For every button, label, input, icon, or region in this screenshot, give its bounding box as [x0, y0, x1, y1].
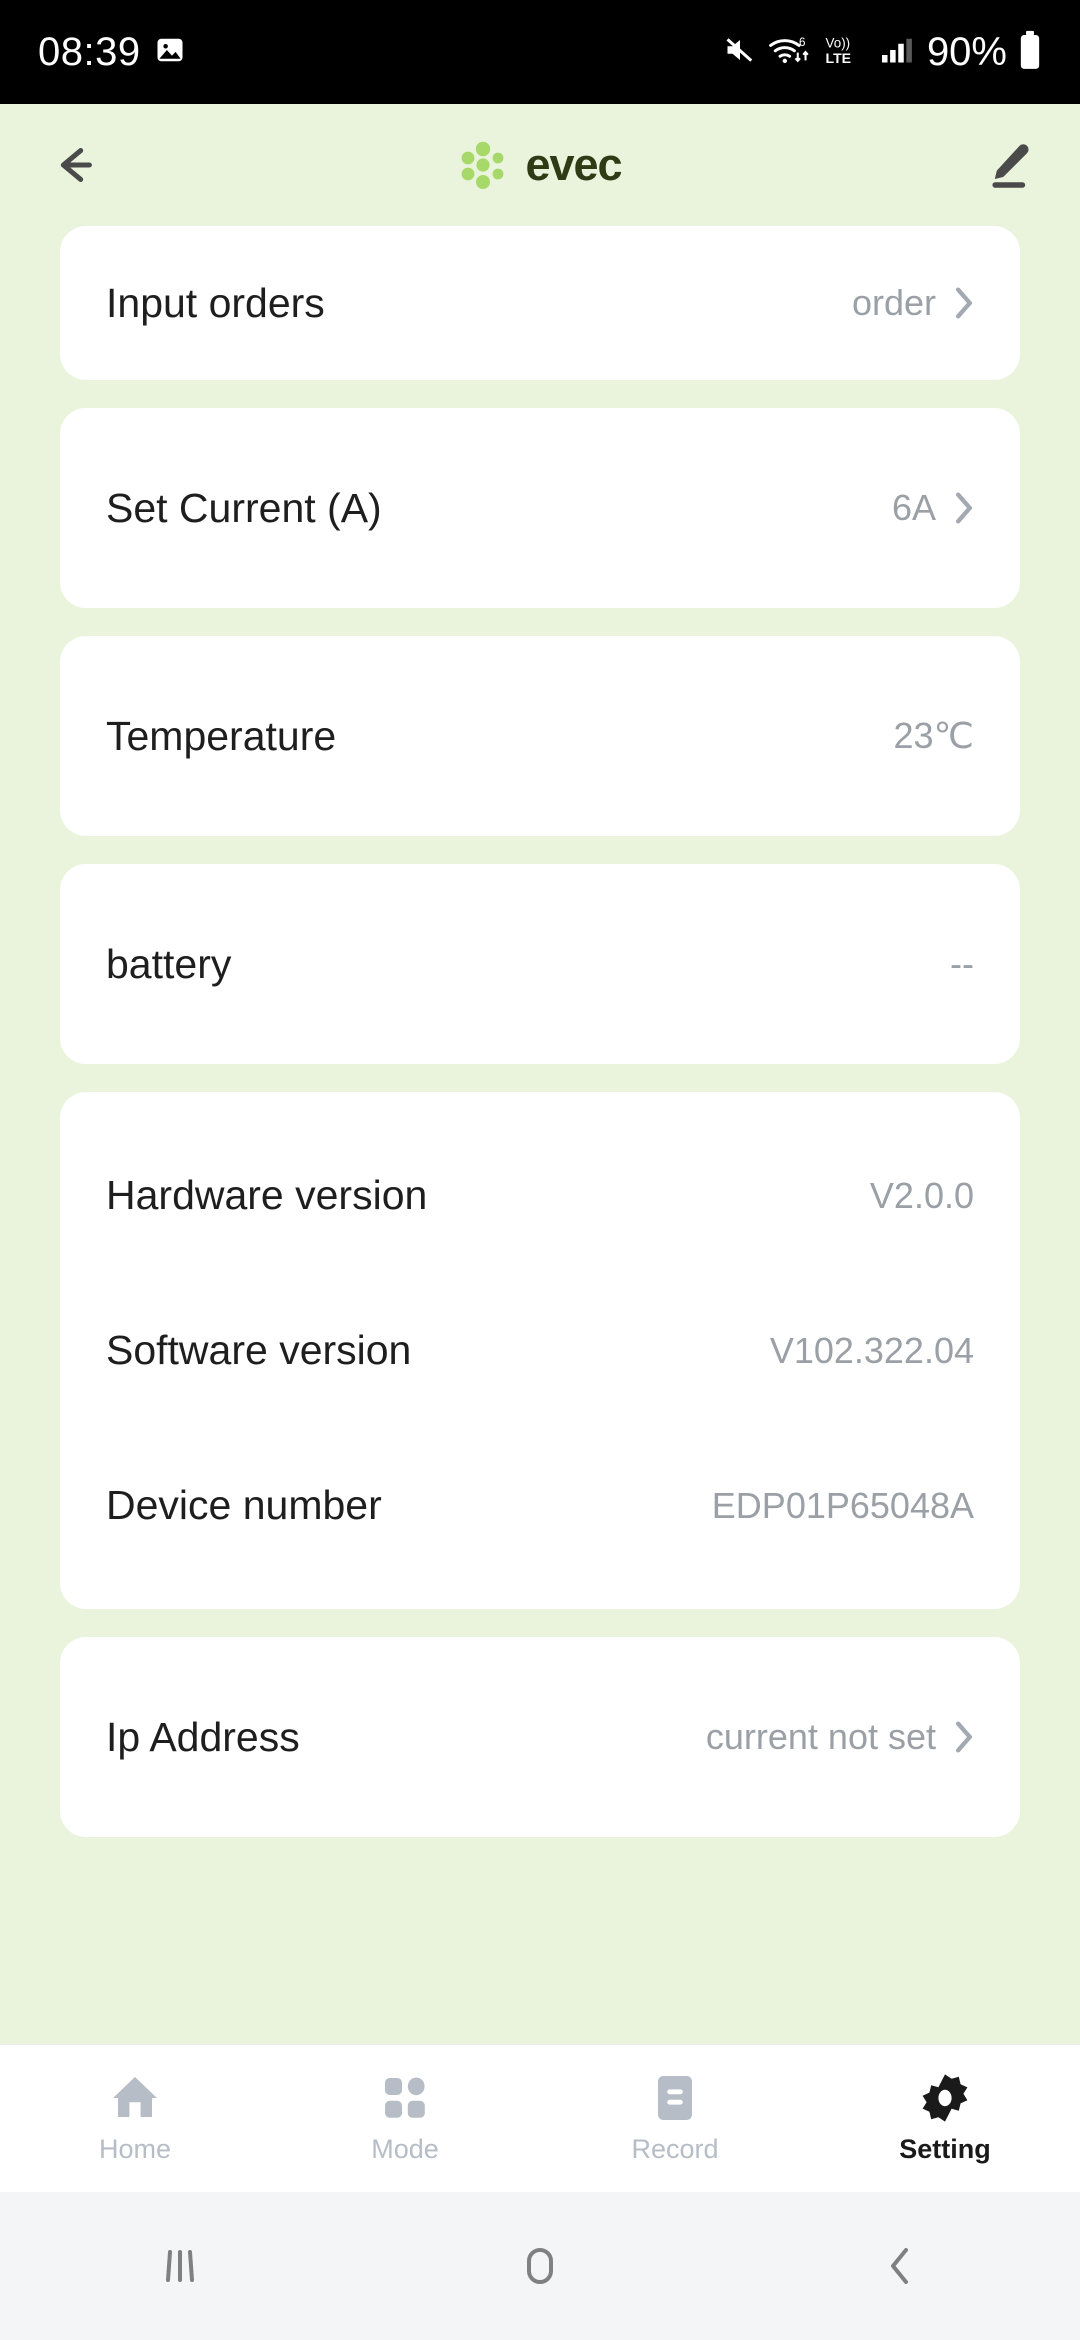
- home-icon: [109, 2072, 161, 2124]
- status-bar-right: 6 Vo)) LTE 90%: [723, 30, 1042, 75]
- home-circle-icon: [527, 2248, 553, 2284]
- app-title: evec: [525, 139, 622, 190]
- tab-record[interactable]: Record: [540, 2072, 810, 2165]
- edit-pencil-icon: [992, 144, 1029, 188]
- tab-home[interactable]: Home: [0, 2072, 270, 2165]
- row-device-number: Device number EDP01P65048A: [106, 1428, 974, 1583]
- card-input-orders: Input orders order: [60, 226, 1020, 380]
- row-right: current not set: [706, 1716, 974, 1758]
- android-status-bar: 08:39 6 Vo)) LTE 90%: [0, 0, 1080, 104]
- recents-icon: [166, 2250, 194, 2282]
- evec-logo-icon: [458, 140, 508, 190]
- settings-list[interactable]: Input orders order Set Current (A) 6A Te…: [0, 226, 1080, 2032]
- tab-label: Home: [98, 2134, 172, 2164]
- recents-button[interactable]: [100, 2216, 260, 2316]
- system-back-button[interactable]: [820, 2216, 980, 2316]
- row-value: --: [950, 943, 974, 984]
- row-value: V2.0.0: [869, 1174, 974, 1216]
- back-arrow-icon: [60, 148, 92, 182]
- bottom-tab-bar: Home Mode Record Setting: [0, 2044, 1080, 2192]
- chevron-right-icon: [954, 1720, 974, 1754]
- row-label: Input orders: [106, 279, 325, 326]
- row-label: Hardware version: [106, 1172, 428, 1218]
- document-icon: [654, 2072, 696, 2124]
- row-label: battery: [106, 940, 232, 987]
- battery-percent-label: 90%: [926, 29, 1007, 74]
- row-right: --: [950, 943, 974, 985]
- screenshot-icon: [155, 35, 185, 70]
- wifi-icon: 6: [768, 34, 812, 71]
- row-value: V102.322.04: [769, 1329, 974, 1371]
- row-label: Set Current (A): [106, 484, 382, 531]
- tab-label: Mode: [371, 2134, 439, 2164]
- mute-icon: [723, 35, 757, 70]
- phone-screen: 08:39 6 Vo)) LTE 90% evec Input orders o…: [0, 0, 1080, 2340]
- row-right: order: [852, 282, 974, 324]
- row-right: 23℃: [894, 715, 974, 757]
- row-temperature: Temperature 23℃: [106, 636, 974, 836]
- battery-icon: [1018, 30, 1042, 75]
- grid-icon: [381, 2072, 429, 2124]
- row-battery: battery --: [106, 864, 974, 1064]
- svg-text:Vo)): Vo)): [825, 35, 850, 50]
- app-brand: evec: [458, 139, 623, 191]
- app-header: evec: [0, 104, 1080, 226]
- row-value: 6A: [891, 487, 936, 528]
- card-battery: battery --: [60, 864, 1020, 1064]
- row-label: Ip Address: [106, 1713, 300, 1760]
- status-bar-clock: 08:39: [38, 29, 141, 74]
- row-input-orders[interactable]: Input orders order: [106, 226, 974, 380]
- card-set-current: Set Current (A) 6A: [60, 408, 1020, 608]
- gear-icon: [919, 2072, 971, 2124]
- row-label: Device number: [106, 1482, 382, 1528]
- svg-text:6: 6: [799, 36, 805, 49]
- chevron-right-icon: [954, 491, 974, 525]
- row-value: 23℃: [893, 715, 974, 756]
- tab-label: Record: [631, 2134, 719, 2164]
- row-hardware-version: Hardware version V2.0.0: [106, 1118, 974, 1273]
- svg-text:LTE: LTE: [825, 49, 851, 65]
- row-label: Temperature: [106, 712, 337, 759]
- card-device-info: Hardware version V2.0.0 Software version…: [60, 1092, 1020, 1609]
- volte-icon: Vo)) LTE: [823, 34, 869, 71]
- back-chevron-icon: [891, 2248, 908, 2284]
- row-software-version: Software version V102.322.04: [106, 1273, 974, 1428]
- chevron-right-icon: [954, 286, 974, 320]
- android-nav-bar: [0, 2192, 1080, 2340]
- card-temperature: Temperature 23℃: [60, 636, 1020, 836]
- status-bar-left: 08:39: [38, 30, 185, 75]
- row-ip-address[interactable]: Ip Address current not set: [106, 1637, 974, 1837]
- row-label: Software version: [106, 1327, 412, 1373]
- back-button[interactable]: [36, 129, 108, 201]
- tab-mode[interactable]: Mode: [270, 2072, 540, 2165]
- row-right: 6A: [892, 487, 974, 529]
- signal-icon: [880, 35, 914, 70]
- tab-label: Setting: [899, 2134, 991, 2164]
- edit-button[interactable]: [972, 129, 1044, 201]
- home-button[interactable]: [460, 2216, 620, 2316]
- tab-setting[interactable]: Setting: [810, 2072, 1080, 2165]
- row-set-current[interactable]: Set Current (A) 6A: [106, 408, 974, 608]
- row-value: EDP01P65048A: [711, 1484, 974, 1526]
- row-value: current not set: [705, 1716, 936, 1757]
- row-value: order: [851, 282, 936, 323]
- card-ip-address: Ip Address current not set: [60, 1637, 1020, 1837]
